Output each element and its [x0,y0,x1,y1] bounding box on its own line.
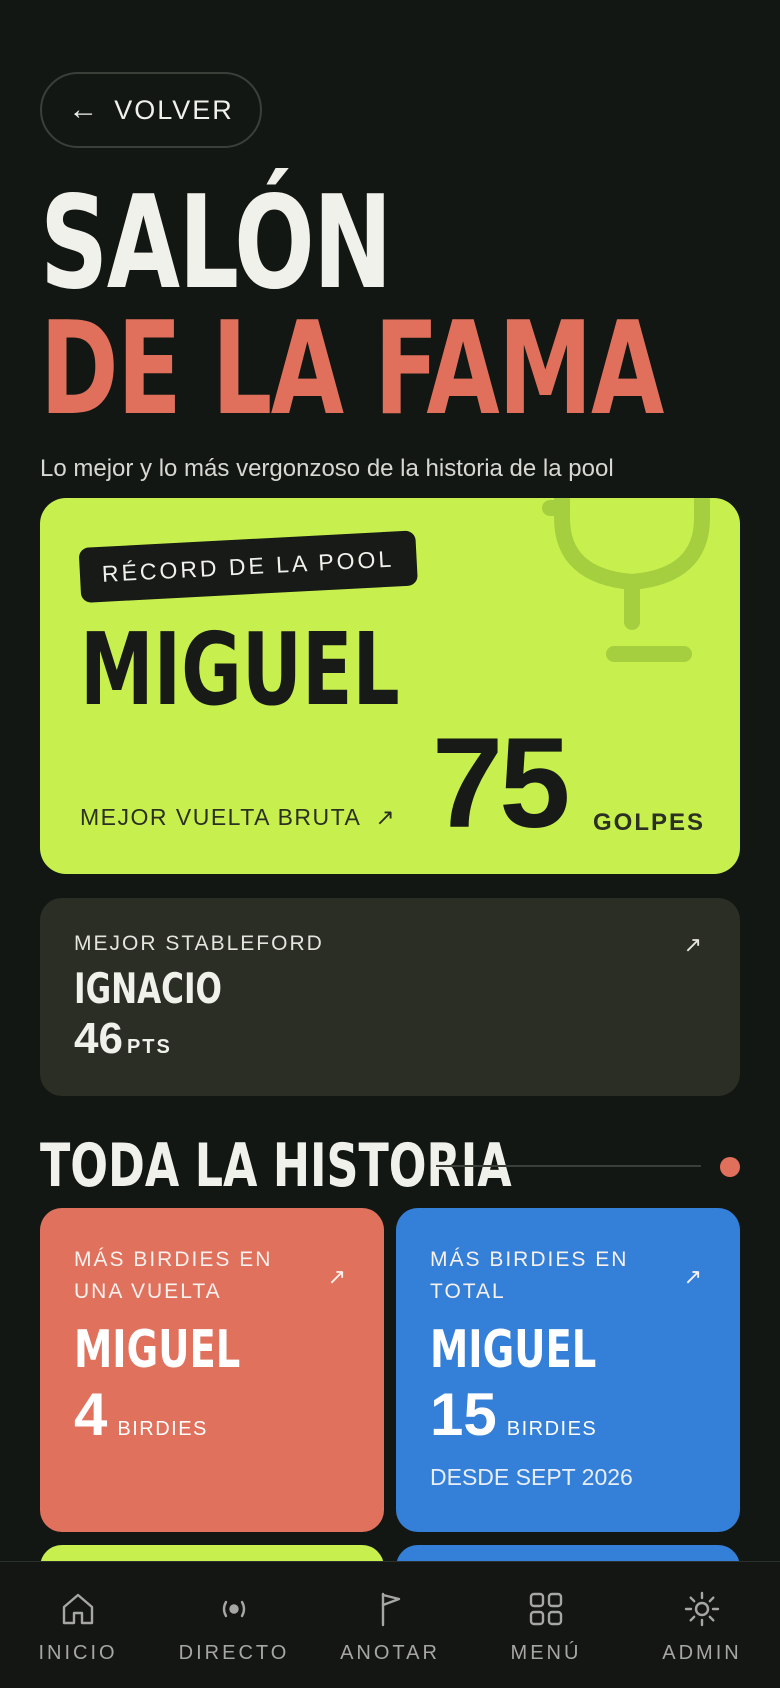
stableford-label: MEJOR STABLEFORD [74,932,324,955]
hall-of-fame-screen: ← VOLVER SALÓN DE LA FAMA Lo mejor y lo … [0,0,780,1688]
stableford-value: 46 [74,1014,123,1063]
best-stableford-card[interactable]: MEJOR STABLEFORD ↗ IGNACIO 46 PTS [40,898,740,1096]
most-birdies-round-card[interactable]: MÁS BIRDIES EN UNA VUELTA ↗ MIGUEL 4 BIRD… [40,1208,384,1532]
stat-label: MÁS BIRDIES EN TOTAL [430,1248,629,1303]
pool-record-card[interactable]: RÉCORD DE LA POOL MIGUEL MEJOR VUELTA BR… [40,498,740,874]
nav-item-admin[interactable]: ADMIN [624,1562,780,1688]
page-title-line2: DE LA FAMA [40,295,664,444]
stableford-unit: PTS [126,1036,172,1058]
arrow-up-right-icon: ↗ [327,1264,346,1289]
flag-icon [381,1592,401,1627]
stat-holder-name: MIGUEL [430,1320,597,1380]
section-divider [436,1165,701,1167]
page-subtitle: Lo mejor y lo más vergonzoso de la histo… [40,455,614,482]
stableford-holder-name: IGNACIO [74,964,222,1013]
stat-note: DESDE SEPT 2026 [430,1464,633,1490]
nav-label: ANOTAR [340,1642,440,1664]
nav-item-inicio[interactable]: INICIO [0,1562,156,1688]
stat-unit: BIRDIES [506,1418,598,1440]
record-tag: RÉCORD DE LA POOL [78,530,418,603]
record-label-text: MEJOR VUELTA BRUTA [80,804,362,830]
stat-value: 4 [74,1381,108,1448]
nav-label: DIRECTO [178,1642,290,1664]
back-button-label: VOLVER [114,94,234,125]
nav-label: INICIO [38,1642,118,1664]
most-birdies-total-card[interactable]: MÁS BIRDIES EN TOTAL ↗ MIGUEL 15 BIRDIES … [396,1208,740,1532]
stat-value: 15 [430,1381,497,1448]
arrow-up-right-icon: ↗ [683,1264,702,1289]
nav-item-anotar[interactable]: ANOTAR [312,1562,468,1688]
stat-value-row: 15 BIRDIES [430,1382,597,1448]
nav-item-directo[interactable]: DIRECTO [156,1562,312,1688]
bottom-nav: INICIO DIRECTO ANOTAR MENÚ ADMIN [0,1561,780,1688]
nav-item-menu[interactable]: MENÚ [468,1562,624,1688]
grid-icon [529,1592,563,1626]
home-icon [62,1593,94,1625]
stat-unit: BIRDIES [117,1418,208,1440]
record-unit: GOLPES [593,809,706,836]
record-label: MEJOR VUELTA BRUTA ↗ [80,804,396,831]
arrow-left-icon: ← [68,93,101,126]
page-title-line1: SALÓN [40,169,392,318]
stat-holder-name: MIGUEL [74,1320,241,1380]
record-value: 75 [432,712,570,855]
live-broadcast-icon [222,1600,246,1618]
arrow-up-right-icon: ↗ [375,804,397,830]
sun-settings-icon [684,1591,720,1627]
back-button[interactable]: ← VOLVER [40,72,262,148]
stat-label: MÁS BIRDIES EN UNA VUELTA [74,1248,273,1303]
nav-label: MENÚ [510,1642,582,1664]
arrow-up-right-icon: ↗ [683,932,702,957]
trophy-icon [542,498,710,662]
record-holder-name: MIGUEL [80,611,400,728]
nav-label: ADMIN [662,1642,742,1664]
stableford-value-row: 46 PTS [74,1014,172,1064]
stat-value-row: 4 BIRDIES [74,1382,208,1448]
section-dot [720,1157,740,1177]
